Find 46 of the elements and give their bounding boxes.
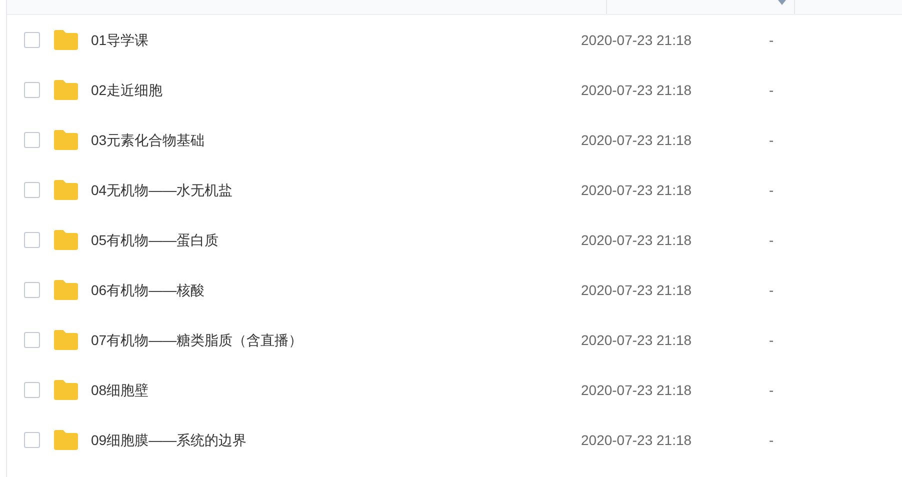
row-checkbox[interactable] (24, 182, 40, 198)
file-size: - (769, 130, 774, 150)
folder-icon (53, 129, 79, 151)
folder-icon (53, 329, 79, 351)
file-size: - (769, 30, 774, 50)
file-size: - (769, 430, 774, 450)
row-checkbox[interactable] (24, 332, 40, 348)
folder-icon (53, 79, 79, 101)
row-checkbox[interactable] (24, 232, 40, 248)
modified-date: 2020-07-23 21:18 (581, 130, 693, 150)
modified-date: 2020-07-23 21:18 (581, 330, 693, 350)
row-checkbox[interactable] (24, 282, 40, 298)
modified-date: 2020-07-23 21:18 (581, 180, 693, 200)
file-name[interactable]: 02走近细胞 (91, 80, 581, 100)
row-checkbox[interactable] (24, 132, 40, 148)
modified-date: 2020-07-23 21:18 (581, 30, 693, 50)
row-checkbox[interactable] (24, 382, 40, 398)
row-checkbox[interactable] (24, 32, 40, 48)
folder-icon (53, 179, 79, 201)
modified-date: 2020-07-23 21:18 (581, 280, 693, 300)
folder-icon (53, 279, 79, 301)
sort-caret-icon[interactable] (778, 0, 786, 5)
file-size: - (769, 380, 774, 400)
file-name[interactable]: 07有机物——糖类脂质（含直播） (91, 330, 581, 350)
file-size: - (769, 280, 774, 300)
file-size: - (769, 330, 774, 350)
file-name[interactable]: 09细胞膜——系统的边界 (91, 430, 581, 450)
file-name[interactable]: 01导学课 (91, 30, 581, 50)
modified-date: 2020-07-23 21:18 (581, 80, 693, 100)
file-name[interactable]: 08细胞壁 (91, 380, 581, 400)
folder-icon (53, 379, 79, 401)
file-name[interactable]: 04无机物——水无机盐 (91, 180, 581, 200)
file-size: - (769, 180, 774, 200)
modified-date: 2020-07-23 21:18 (581, 380, 693, 400)
file-name[interactable]: 06有机物——核酸 (91, 280, 581, 300)
folder-icon (53, 429, 79, 451)
row-checkbox[interactable] (24, 82, 40, 98)
file-size: - (769, 80, 774, 100)
file-size: - (769, 230, 774, 250)
file-name[interactable]: 03元素化合物基础 (91, 130, 581, 150)
modified-date: 2020-07-23 21:18 (581, 230, 693, 250)
modified-date: 2020-07-23 21:18 (581, 430, 693, 450)
row-checkbox[interactable] (24, 432, 40, 448)
folder-icon (53, 229, 79, 251)
file-name[interactable]: 05有机物——蛋白质 (91, 230, 581, 250)
folder-icon (53, 29, 79, 51)
